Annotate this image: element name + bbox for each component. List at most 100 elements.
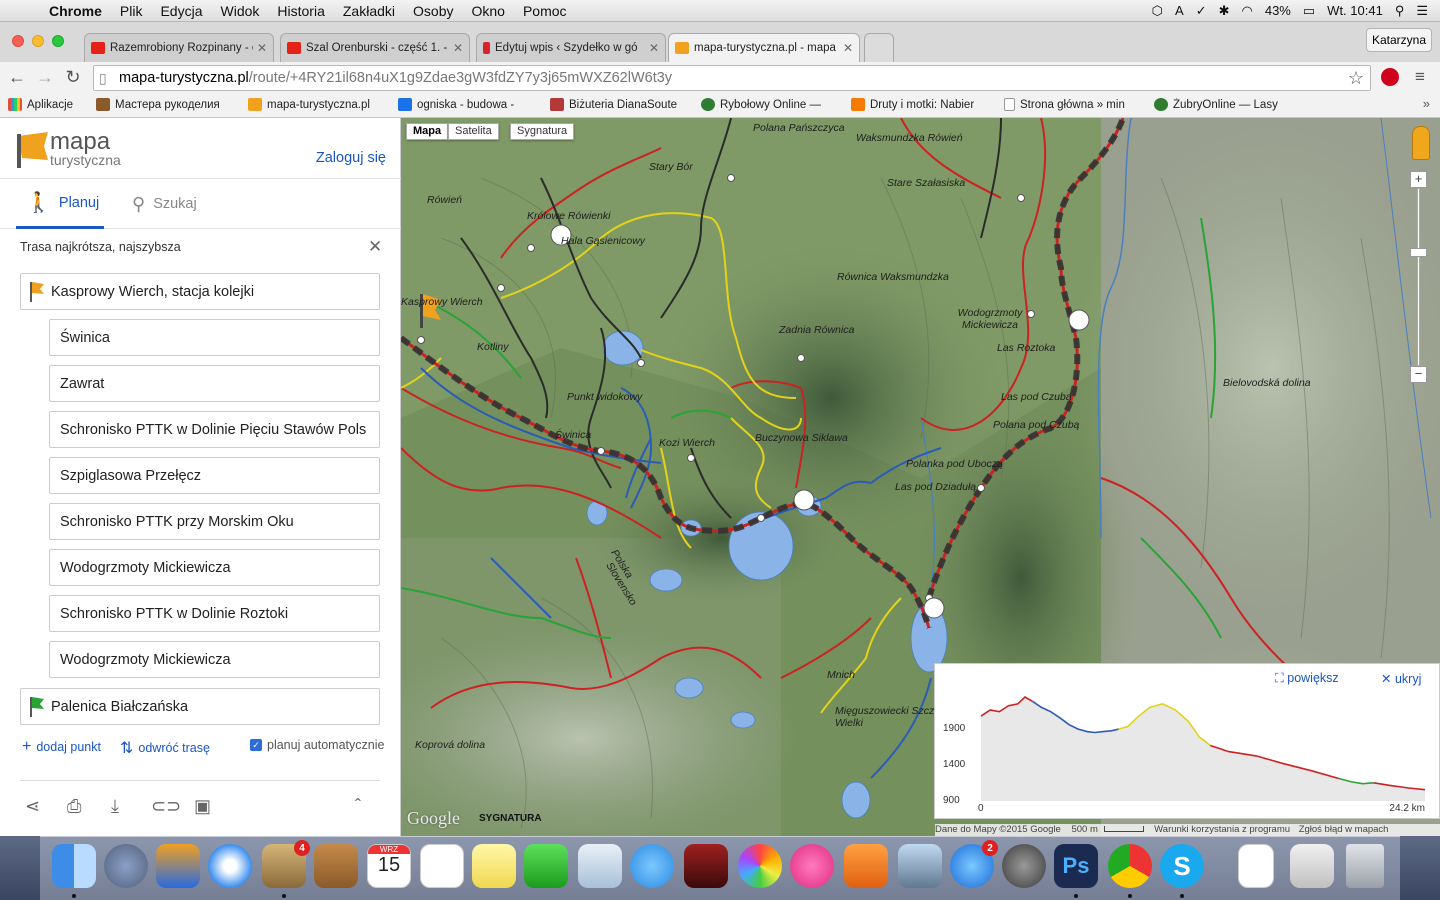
menu-people[interactable]: Osoby — [404, 3, 462, 19]
street-view-pegman-icon[interactable] — [1412, 126, 1430, 160]
chrome-icon[interactable] — [1108, 844, 1152, 888]
map-type-map-button[interactable]: Mapa — [406, 123, 449, 140]
waypoint-item[interactable]: Szpiglasowa Przełęcz — [49, 457, 380, 494]
adblock-icon[interactable] — [1381, 68, 1399, 86]
link-icon[interactable]: ⊂⊃ — [151, 796, 181, 817]
route-type-label[interactable]: Trasa najkrótsza, najszybsza — [20, 240, 181, 254]
itunes-icon[interactable] — [790, 844, 834, 888]
check-icon[interactable]: ✓ — [1196, 3, 1207, 19]
contacts-icon[interactable] — [314, 844, 358, 888]
share-icon[interactable]: ⋖ — [25, 796, 40, 817]
bookmark-item[interactable]: ŻubryOnline — Lasy — [1154, 98, 1286, 111]
tab-close-icon[interactable]: ✕ — [649, 41, 659, 55]
terms-link[interactable]: Warunki korzystania z programu — [1154, 824, 1290, 835]
bookmarks-overflow-icon[interactable]: » — [1423, 96, 1430, 111]
new-tab-button[interactable] — [864, 33, 894, 62]
finder-icon[interactable] — [52, 844, 96, 888]
menu-edit[interactable]: Edycja — [151, 3, 211, 19]
menu-view[interactable]: Widok — [212, 3, 269, 19]
close-route-icon[interactable]: ✕ — [368, 237, 382, 257]
safari-icon[interactable] — [208, 844, 252, 888]
downloads-stack-icon[interactable] — [1290, 844, 1334, 888]
site-logo[interactable]: mapa turystyczna — [14, 128, 144, 172]
checkbox-checked-icon[interactable]: ✓ — [250, 739, 262, 751]
zoom-window-button[interactable] — [52, 35, 64, 47]
waypoint-item[interactable]: Schronisko PTTK w Dolinie Pięciu Stawów … — [49, 411, 380, 448]
skype-icon[interactable]: S — [1160, 844, 1204, 888]
menu-file[interactable]: Plik — [111, 3, 152, 19]
profile-button[interactable]: Katarzyna — [1366, 28, 1432, 52]
chrome-menu-icon[interactable]: ≡ — [1415, 67, 1425, 87]
tab-close-icon[interactable]: ✕ — [453, 41, 463, 55]
google-logo[interactable]: Google — [407, 808, 460, 829]
download-icon[interactable]: ⤓ — [111, 796, 119, 817]
zoom-out-button[interactable]: − — [1410, 366, 1427, 383]
bookmark-item[interactable]: mapa-turystyczna.pl — [248, 98, 380, 111]
preview-icon[interactable] — [898, 844, 942, 888]
menu-help[interactable]: Pomoc — [514, 3, 576, 19]
bookmark-item[interactable]: Druty i motki: Nabier — [851, 98, 985, 111]
sygnatura-logo[interactable]: SYGNATURA — [479, 813, 542, 824]
waypoint-end[interactable]: Palenica Białczańska — [20, 688, 380, 725]
ibooks-icon[interactable] — [844, 844, 888, 888]
back-icon[interactable]: ← — [6, 67, 28, 88]
notification-center-icon[interactable]: ☰ — [1416, 3, 1428, 19]
menu-bookmarks[interactable]: Zakładki — [334, 3, 404, 19]
waypoint-item[interactable]: Schronisko PTTK w Dolinie Roztoki — [49, 595, 380, 632]
calendar-icon[interactable]: WRZ 15 — [367, 844, 411, 888]
bookmark-star-icon[interactable]: ☆ — [1348, 66, 1364, 90]
map-canvas[interactable]: Mapa Satelita Sygnatura Polana Pańszczyc… — [401, 118, 1440, 836]
tab-close-icon[interactable]: ✕ — [257, 41, 267, 55]
minimize-window-button[interactable] — [32, 35, 44, 47]
keyboard-icon[interactable]: A — [1175, 3, 1184, 18]
bookmark-item[interactable]: Strona główna » min — [1004, 98, 1136, 111]
wifi-icon[interactable]: ◠ — [1242, 3, 1253, 19]
report-error-link[interactable]: Zgłoś błąd w mapach — [1299, 824, 1389, 835]
browser-tab[interactable]: Edytuj wpis ‹ Szydełko w gó ✕ — [476, 33, 666, 62]
address-bar[interactable]: mapa-turystyczna.pl/route/+4RY21il68n4uX… — [93, 65, 1371, 91]
bluetooth-icon[interactable]: ✱ — [1219, 3, 1230, 19]
photo-booth-icon[interactable] — [684, 844, 728, 888]
tab-search[interactable]: ⚲ Szukaj — [132, 179, 222, 229]
browser-tab-active[interactable]: mapa-turystyczna.pl - mapa ✕ — [668, 33, 860, 62]
browser-tab[interactable]: Szal Orenburski - część 1. - ✕ — [280, 33, 470, 62]
map-type-satellite-button[interactable]: Satelita — [448, 123, 499, 140]
zoom-slider-thumb[interactable] — [1410, 248, 1427, 257]
save-icon[interactable]: ▣ — [194, 796, 211, 817]
bookmark-item[interactable]: Biżuteria DianaSoute — [550, 98, 685, 111]
menu-window[interactable]: Okno — [462, 3, 513, 19]
battery-icon[interactable]: ▭ — [1303, 3, 1315, 19]
launchpad-icon[interactable] — [104, 844, 148, 888]
bookmark-item[interactable]: Мастера рукоделия — [96, 98, 232, 111]
menu-history[interactable]: Historia — [268, 3, 333, 19]
photos-icon[interactable] — [738, 844, 782, 888]
clock[interactable]: Wt. 10:41 — [1327, 3, 1383, 18]
reload-icon[interactable]: ↻ — [62, 67, 84, 88]
tab-plan[interactable]: 🚶 Planuj — [16, 179, 104, 229]
auto-plan-toggle[interactable]: ✓ planuj automatycznie — [250, 738, 384, 752]
mission-control-icon[interactable] — [156, 844, 200, 888]
messages-icon[interactable] — [630, 844, 674, 888]
forward-icon[interactable]: → — [34, 67, 56, 88]
notes-icon[interactable] — [472, 844, 516, 888]
system-preferences-icon[interactable] — [1002, 844, 1046, 888]
waypoint-item[interactable]: Wodogrzmoty Mickiewicza — [49, 641, 380, 678]
print-icon[interactable]: ⎙ — [67, 796, 81, 817]
zoom-in-button[interactable]: + — [1410, 171, 1427, 188]
reverse-route-button[interactable]: ⇅ odwróć trasę — [120, 738, 210, 758]
bookmark-item[interactable]: ogniska - budowa - — [398, 98, 528, 111]
documents-stack-icon[interactable] — [1238, 844, 1274, 888]
map-type-sygnatura-button[interactable]: Sygnatura — [510, 123, 575, 140]
close-window-button[interactable] — [12, 35, 24, 47]
login-link[interactable]: Zaloguj się — [316, 150, 386, 166]
reminders-icon[interactable] — [420, 844, 464, 888]
add-point-button[interactable]: + dodaj punkt — [22, 738, 101, 756]
waypoint-item[interactable]: Zawrat — [49, 365, 380, 402]
bookmark-item[interactable]: Rybołowy Online — — [701, 98, 835, 111]
chevron-up-icon[interactable]: ˆ — [355, 796, 361, 817]
menu-chrome[interactable]: Chrome — [40, 3, 111, 19]
dropbox-icon[interactable]: ⬡ — [1152, 3, 1163, 19]
waypoint-item[interactable]: Schronisko PTTK przy Morskim Oku — [49, 503, 380, 540]
tab-close-icon[interactable]: ✕ — [843, 41, 853, 55]
waypoint-item[interactable]: Świnica — [49, 319, 380, 356]
